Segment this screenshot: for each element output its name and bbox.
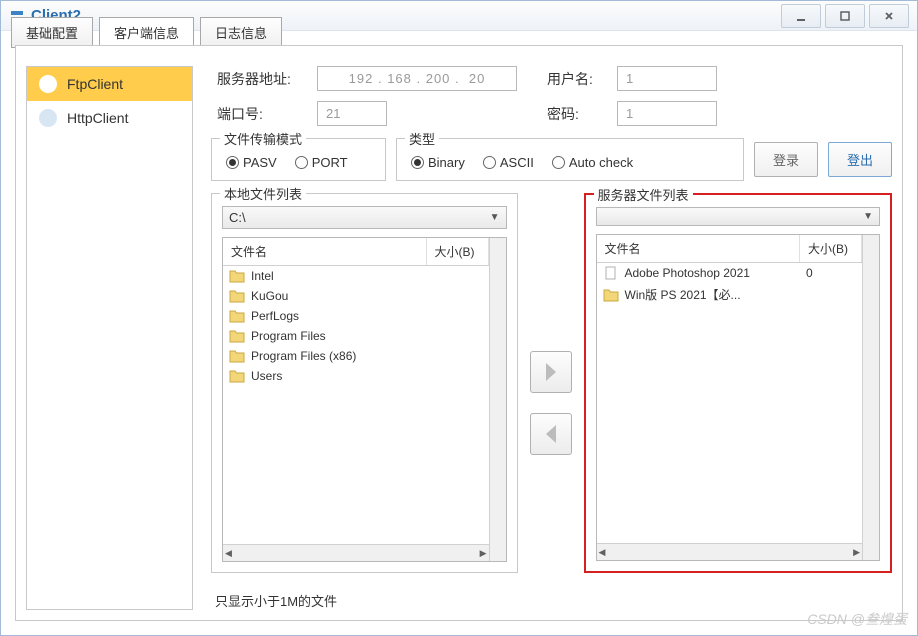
upload-button[interactable] xyxy=(530,351,572,393)
radio-icon xyxy=(411,156,424,169)
v-scrollbar[interactable] xyxy=(862,235,879,560)
col-filename[interactable]: 文件名 xyxy=(597,235,801,262)
transfer-mode-group: 文件传输模式 PASV PORT xyxy=(211,138,386,181)
file-icon xyxy=(603,266,619,280)
folder-icon xyxy=(229,349,245,363)
maximize-button[interactable] xyxy=(825,4,865,28)
file-row[interactable]: Program Files xyxy=(223,326,489,346)
h-scrollbar[interactable]: ◀▶ xyxy=(223,544,489,561)
radio-port[interactable]: PORT xyxy=(295,155,348,170)
password-input[interactable] xyxy=(617,101,717,126)
radio-icon xyxy=(483,156,496,169)
local-file-list: 文件名 大小(B) Intel KuGou PerfLogs Program F… xyxy=(222,237,507,562)
server-files-legend: 服务器文件列表 xyxy=(594,185,693,204)
minimize-button[interactable] xyxy=(781,4,821,28)
server-addr-input[interactable] xyxy=(317,66,517,91)
tab-log-info[interactable]: 日志信息 xyxy=(200,17,282,48)
tab-basic-config[interactable]: 基础配置 xyxy=(11,17,93,48)
file-row[interactable]: Intel xyxy=(223,266,489,286)
connection-form: 服务器地址: 用户名: 端口号: xyxy=(211,66,892,126)
type-group: 类型 Binary ASCII Auto check xyxy=(396,138,744,181)
v-scrollbar[interactable] xyxy=(489,238,506,561)
user-label: 用户名: xyxy=(547,69,607,89)
local-files-panel: 本地文件列表 C:\▼ 文件名 大小(B) xyxy=(211,193,518,573)
pass-label: 密码: xyxy=(547,104,607,124)
server-drive-dropdown[interactable]: ▼ xyxy=(596,207,881,226)
server-addr-label: 服务器地址: xyxy=(217,69,307,89)
h-scrollbar[interactable]: ◀▶ xyxy=(597,543,863,560)
radio-autocheck[interactable]: Auto check xyxy=(552,155,633,170)
sidebar-item-ftpclient[interactable]: FtpClient xyxy=(27,67,192,101)
transfer-mode-legend: 文件传输模式 xyxy=(220,129,306,148)
folder-icon xyxy=(229,309,245,323)
client-sidebar: FtpClient HttpClient xyxy=(26,66,193,610)
col-filesize[interactable]: 大小(B) xyxy=(427,238,489,265)
dot-icon xyxy=(39,75,57,93)
file-panels-row: 本地文件列表 C:\▼ 文件名 大小(B) xyxy=(211,193,892,573)
options-row: 文件传输模式 PASV PORT 类型 Binary ASCII Au xyxy=(211,138,892,181)
tab-client-info[interactable]: 客户端信息 xyxy=(99,17,194,48)
scroll-right-icon: ▶ xyxy=(853,547,860,558)
local-file-body[interactable]: Intel KuGou PerfLogs Program Files Progr… xyxy=(223,266,489,544)
chevron-down-icon: ▼ xyxy=(490,212,500,223)
folder-icon xyxy=(229,329,245,343)
port-input[interactable] xyxy=(317,101,387,126)
login-button[interactable]: 登录 xyxy=(754,142,818,177)
file-row[interactable]: KuGou xyxy=(223,286,489,306)
app-window: Client2 基础配置 客户端信息 日志信息 FtpClient xyxy=(0,0,918,636)
sidebar-item-label: HttpClient xyxy=(67,110,128,126)
radio-icon xyxy=(552,156,565,169)
radio-icon xyxy=(226,156,239,169)
scroll-left-icon: ◀ xyxy=(225,548,232,559)
right-area: 服务器地址: 用户名: 端口号: xyxy=(193,66,892,610)
scroll-left-icon: ◀ xyxy=(599,547,606,558)
radio-pasv[interactable]: PASV xyxy=(226,155,277,170)
folder-icon xyxy=(229,289,245,303)
server-file-list: 文件名 大小(B) Adobe Photoshop 20210 Win版 PS … xyxy=(596,234,881,561)
file-row[interactable]: Win版 PS 2021【必... xyxy=(597,283,863,306)
col-filesize[interactable]: 大小(B) xyxy=(800,235,862,262)
radio-icon xyxy=(295,156,308,169)
window-controls xyxy=(777,4,909,28)
content-area: 基础配置 客户端信息 日志信息 FtpClient HttpClient xyxy=(1,31,917,635)
chevron-down-icon: ▼ xyxy=(863,211,873,222)
type-legend: 类型 xyxy=(405,129,439,148)
radio-binary[interactable]: Binary xyxy=(411,155,465,170)
transfer-buttons xyxy=(530,193,572,573)
scroll-right-icon: ▶ xyxy=(480,548,487,559)
sidebar-item-label: FtpClient xyxy=(67,76,123,92)
folder-icon xyxy=(229,269,245,283)
tab-bar: 基础配置 客户端信息 日志信息 xyxy=(11,17,282,48)
local-drive-dropdown[interactable]: C:\▼ xyxy=(222,206,507,229)
close-button[interactable] xyxy=(869,4,909,28)
folder-icon xyxy=(603,288,619,302)
folder-icon xyxy=(229,369,245,383)
sidebar-item-httpclient[interactable]: HttpClient xyxy=(27,101,192,135)
col-filename[interactable]: 文件名 xyxy=(223,238,427,265)
local-files-legend: 本地文件列表 xyxy=(220,184,306,203)
file-row[interactable]: Program Files (x86) xyxy=(223,346,489,366)
inner-panel: FtpClient HttpClient 服务器地址: xyxy=(15,45,903,621)
server-files-panel: 服务器文件列表 ▼ 文件名 大小(B) xyxy=(584,193,893,573)
file-row[interactable]: PerfLogs xyxy=(223,306,489,326)
file-row[interactable]: Users xyxy=(223,366,489,386)
download-button[interactable] xyxy=(530,413,572,455)
radio-ascii[interactable]: ASCII xyxy=(483,155,534,170)
dot-icon xyxy=(39,109,57,127)
logout-button[interactable]: 登出 xyxy=(828,142,892,177)
file-row[interactable]: Adobe Photoshop 20210 xyxy=(597,263,863,283)
filter-label: 只显示小于1M的文件 xyxy=(211,585,892,610)
server-file-body[interactable]: Adobe Photoshop 20210 Win版 PS 2021【必... xyxy=(597,263,863,543)
username-input[interactable] xyxy=(617,66,717,91)
port-label: 端口号: xyxy=(217,104,307,124)
